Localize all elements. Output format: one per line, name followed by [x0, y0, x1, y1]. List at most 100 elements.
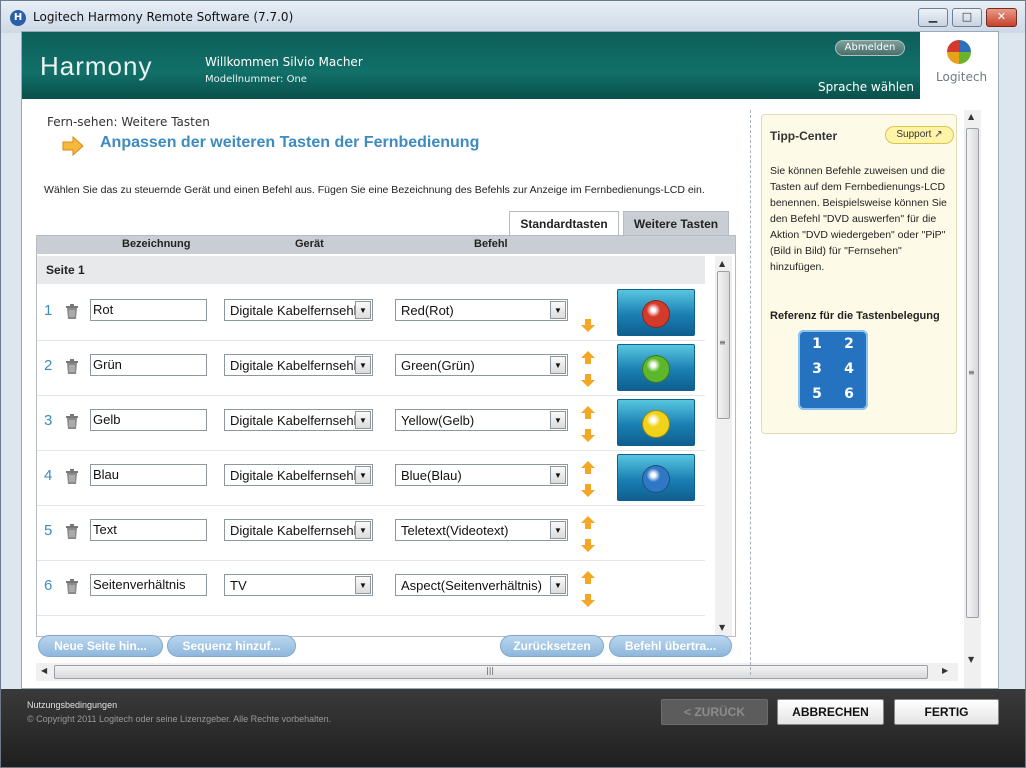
command-select[interactable]: Green(Grün) ▼: [395, 354, 568, 376]
move-down-icon[interactable]: [581, 484, 595, 497]
device-select[interactable]: Digitale Kabelfernsehl ▼: [224, 464, 373, 486]
move-down-icon[interactable]: [581, 374, 595, 387]
scroll-grip-icon: ≡: [719, 338, 726, 347]
move-down-icon[interactable]: [581, 594, 595, 607]
chevron-down-icon[interactable]: ▼: [355, 301, 371, 319]
device-select[interactable]: Digitale Kabelfernsehl ▼: [224, 354, 373, 376]
move-up-icon[interactable]: [581, 461, 595, 474]
new-page-button[interactable]: Neue Seite hin...: [38, 635, 163, 657]
scroll-right-icon[interactable]: ▶: [942, 666, 948, 675]
back-button[interactable]: < ZURÜCK: [661, 699, 768, 725]
page-scroll-up-icon[interactable]: ▲: [968, 112, 974, 121]
finish-button[interactable]: FERTIG: [894, 699, 999, 725]
close-button[interactable]: ✕: [986, 8, 1017, 27]
device-select-value: TV: [230, 578, 247, 593]
scroll-down-icon[interactable]: ▼: [719, 623, 725, 632]
page-scroll-down-icon[interactable]: ▼: [968, 655, 974, 664]
device-select-value: Digitale Kabelfernsehl: [230, 413, 357, 428]
hscroll-grip-icon: |||: [486, 666, 495, 675]
move-down-icon[interactable]: [581, 429, 595, 442]
command-select-value: Red(Rot): [401, 303, 454, 318]
command-select-value: Yellow(Gelb): [401, 413, 475, 428]
color-ball-icon: [642, 355, 670, 383]
chevron-down-icon[interactable]: ▼: [355, 521, 371, 539]
command-select[interactable]: Aspect(Seitenverhältnis) ▼: [395, 574, 568, 596]
language-link[interactable]: Sprache wählen: [818, 80, 914, 94]
maximize-button[interactable]: □: [952, 8, 982, 27]
command-select[interactable]: Red(Rot) ▼: [395, 299, 568, 321]
trash-icon[interactable]: [65, 524, 79, 539]
welcome-text: Willkommen Silvio Macher: [205, 55, 363, 69]
command-select-value: Green(Grün): [401, 358, 475, 373]
chevron-down-icon[interactable]: ▼: [355, 356, 371, 374]
tip-center-panel: Tipp-Center Support ↗ Sie können Befehle…: [761, 114, 957, 434]
lcd-button-preview: [617, 344, 695, 391]
table-row: 4 Blau Digitale Kabelfernsehl ▼ Blue(Blau) ▼: [37, 451, 705, 506]
chevron-down-icon[interactable]: ▼: [550, 521, 566, 539]
label-input[interactable]: Seitenverhältnis: [90, 574, 207, 596]
trash-icon[interactable]: [65, 579, 79, 594]
device-select[interactable]: Digitale Kabelfernsehl ▼: [224, 409, 373, 431]
scroll-up-icon[interactable]: ▲: [719, 259, 725, 268]
device-select[interactable]: Digitale Kabelfernsehl ▼: [224, 299, 373, 321]
page-scrollbar[interactable]: ▲ ≡ ▼: [964, 110, 981, 688]
move-up-icon[interactable]: [581, 516, 595, 529]
arrow-right-icon: [62, 136, 84, 156]
chevron-down-icon[interactable]: ▼: [550, 411, 566, 429]
page-title: Anpassen der weiteren Tasten der Fernbed…: [100, 134, 480, 151]
app-frame: Harmony Willkommen Silvio Macher Modelln…: [21, 31, 999, 689]
cancel-button[interactable]: ABBRECHEN: [777, 699, 884, 725]
color-ball-icon: [642, 300, 670, 328]
reset-button[interactable]: Zurücksetzen: [500, 635, 604, 657]
table-row: 2 Grün Digitale Kabelfernsehl ▼ Green(Grün) ▼: [37, 341, 705, 396]
chevron-down-icon[interactable]: ▼: [550, 301, 566, 319]
command-select[interactable]: Teletext(Videotext) ▼: [395, 519, 568, 541]
lcd-button-preview: [617, 454, 695, 501]
move-up-icon[interactable]: [581, 571, 595, 584]
move-down-icon[interactable]: [581, 539, 595, 552]
trash-icon[interactable]: [65, 359, 79, 374]
logout-button[interactable]: Abmelden: [835, 40, 905, 56]
tab-standard-keys[interactable]: Standardtasten: [509, 211, 619, 235]
chevron-down-icon[interactable]: ▼: [550, 576, 566, 594]
harmony-logo: Harmony: [40, 51, 153, 81]
instruction-text: Wählen Sie das zu steuernde Gerät und ei…: [44, 184, 705, 196]
label-input[interactable]: Gelb: [90, 409, 207, 431]
trash-icon[interactable]: [65, 469, 79, 484]
trash-icon[interactable]: [65, 414, 79, 429]
column-command: Befehl: [474, 238, 508, 250]
title-bar: H Logitech Harmony Remote Software (7.7.…: [1, 1, 1025, 33]
chevron-down-icon[interactable]: ▼: [550, 356, 566, 374]
device-select[interactable]: TV ▼: [224, 574, 373, 596]
row-list: 1 Rot Digitale Kabelfernsehl ▼ Red(Rot) ▼ 2 Grü…: [37, 286, 705, 636]
tab-more-keys[interactable]: Weitere Tasten: [623, 211, 729, 235]
device-select[interactable]: Digitale Kabelfernsehl ▼: [224, 519, 373, 541]
minimize-button[interactable]: ▁: [918, 8, 948, 27]
move-down-icon[interactable]: [581, 319, 595, 332]
add-sequence-button[interactable]: Sequenz hinzuf...: [167, 635, 296, 657]
command-select[interactable]: Yellow(Gelb) ▼: [395, 409, 568, 431]
keypad-key: 6: [844, 386, 854, 402]
scroll-left-icon[interactable]: ◀: [41, 666, 47, 675]
support-button[interactable]: Support ↗: [885, 126, 954, 144]
chevron-down-icon[interactable]: ▼: [550, 466, 566, 484]
move-up-icon[interactable]: [581, 406, 595, 419]
table-row: 5 Text Digitale Kabelfernsehl ▼ Teletext(Vid…: [37, 506, 705, 561]
panel-divider: [750, 110, 751, 675]
label-input[interactable]: Blau: [90, 464, 207, 486]
command-select[interactable]: Blue(Blau) ▼: [395, 464, 568, 486]
transfer-command-button[interactable]: Befehl übertra...: [609, 635, 732, 657]
trash-icon[interactable]: [65, 304, 79, 319]
move-up-icon[interactable]: [581, 351, 595, 364]
label-input[interactable]: Rot: [90, 299, 207, 321]
horizontal-scrollbar[interactable]: ◀ ||| ▶: [36, 663, 958, 681]
chevron-down-icon[interactable]: ▼: [355, 576, 371, 594]
chevron-down-icon[interactable]: ▼: [355, 411, 371, 429]
command-select-value: Aspect(Seitenverhältnis): [401, 578, 542, 593]
label-input[interactable]: Text: [90, 519, 207, 541]
chevron-down-icon[interactable]: ▼: [355, 466, 371, 484]
terms-link[interactable]: Nutzungsbedingungen: [27, 700, 117, 710]
window-title: Logitech Harmony Remote Software (7.7.0): [33, 10, 294, 24]
grid-scrollbar[interactable]: ▲ ≡ ▼: [715, 256, 732, 636]
label-input[interactable]: Grün: [90, 354, 207, 376]
